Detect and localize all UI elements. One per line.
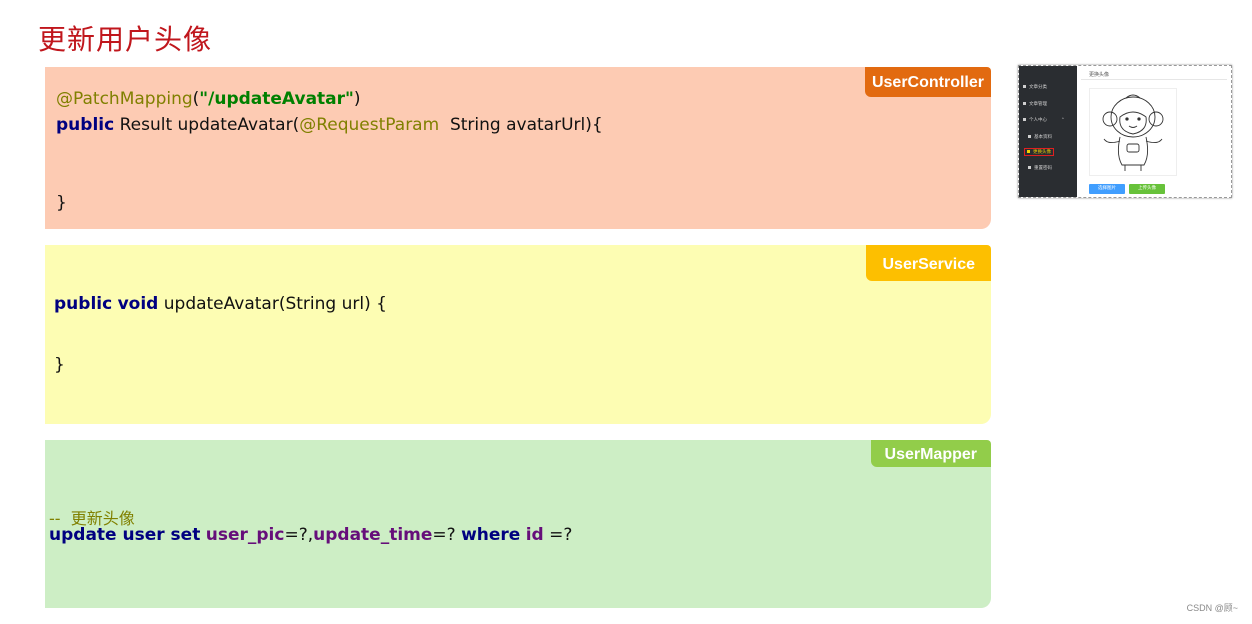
thumb-upload-avatar-button[interactable]: 上传头像: [1129, 184, 1165, 194]
service-close-brace: }: [54, 355, 65, 375]
watermark: CSDN @顾~: [1186, 603, 1238, 613]
mapper-badge: UserMapper: [870, 440, 991, 467]
thumb-sidebar-item-avatar[interactable]: 更换头像: [1024, 148, 1054, 156]
sql-column-update-time: update_time: [313, 525, 433, 545]
method-signature-part-2: String avatarUrl){: [439, 115, 603, 135]
thumb-sidebar-item-label: 基本资料: [1034, 135, 1052, 140]
thumb-sidebar-item-user-center[interactable]: 个人中心 ⌃: [1023, 117, 1065, 123]
thumb-select-image-button[interactable]: 选择图片: [1089, 184, 1125, 194]
request-param-annotation: @RequestParam: [299, 115, 440, 135]
thumb-divider: [1081, 79, 1227, 80]
article-icon: [1023, 102, 1026, 105]
thumb-sidebar-item-label: 重置密码: [1034, 166, 1052, 171]
slide-page: 更新用户头像 UserController @PatchMapping("/up…: [0, 0, 1252, 624]
service-method-signature: updateAvatar(String url) {: [158, 294, 387, 314]
chevron-up-icon: ⌃: [1061, 118, 1065, 123]
sql-placeholder-2: =?: [432, 525, 462, 545]
monkey-avatar-icon: [1102, 94, 1164, 171]
sql-placeholder-3: =?: [543, 525, 573, 545]
public-keyword: public: [54, 294, 113, 314]
controller-code-line-1: @PatchMapping("/updateAvatar"): [56, 89, 361, 109]
sql-statement: update user set user_pic=?,update_time=?…: [49, 525, 572, 545]
sql-column-user-pic: user_pic: [205, 525, 285, 545]
category-icon: [1023, 85, 1026, 88]
thumb-avatar-preview[interactable]: [1089, 88, 1177, 176]
controller-close-brace: }: [56, 193, 67, 213]
sql-column-id: id: [525, 525, 544, 545]
thumb-sidebar: 文章分类 文章管理 个人中心 ⌃ 基本资料 更换头像 重置密码: [1019, 66, 1077, 197]
crop-icon: [1027, 150, 1030, 153]
sql-placeholder-1: =?,: [284, 525, 314, 545]
thumb-sidebar-item-label: 文章管理: [1029, 102, 1047, 107]
method-signature-part-1: Result updateAvatar(: [114, 115, 300, 135]
service-badge: UserService: [866, 245, 991, 281]
thumb-sidebar-item-article[interactable]: 文章管理: [1023, 101, 1047, 107]
paren-close: ): [353, 89, 361, 109]
thumb-main-title: 更换头像: [1089, 72, 1110, 78]
app-screenshot-thumbnail: 文章分类 文章管理 个人中心 ⌃ 基本资料 更换头像 重置密码 更换头像 选择图…: [1018, 65, 1232, 198]
page-title: 更新用户头像: [38, 23, 213, 56]
profile-icon: [1028, 135, 1031, 138]
sql-where-keyword: where: [461, 525, 521, 545]
public-keyword: public: [56, 115, 115, 135]
thumb-sidebar-item-label: 更换头像: [1033, 150, 1051, 155]
service-panel: UserService public void updateAvatar(Str…: [45, 245, 991, 424]
thumb-sidebar-item-category[interactable]: 文章分类: [1023, 84, 1047, 90]
controller-code-line-2: public Result updateAvatar(@RequestParam…: [56, 115, 603, 135]
user-icon: [1023, 118, 1026, 121]
thumb-sidebar-item-password[interactable]: 重置密码: [1028, 165, 1052, 171]
edit-icon: [1028, 166, 1031, 169]
void-keyword: void: [117, 294, 159, 314]
service-code-line-1: public void updateAvatar(String url) {: [54, 294, 387, 314]
controller-badge: UserController: [864, 67, 991, 97]
mapper-panel: UserMapper -- 更新头像 update user set user_…: [45, 440, 991, 608]
patch-mapping-annotation: @PatchMapping: [56, 89, 193, 109]
thumb-sidebar-item-profile[interactable]: 基本资料: [1028, 134, 1052, 140]
thumb-sidebar-item-label: 文章分类: [1029, 85, 1047, 90]
sql-update-keyword: update user set: [49, 525, 201, 545]
controller-panel: UserController @PatchMapping("/updateAva…: [45, 67, 991, 229]
mapping-path-string: "/updateAvatar": [199, 89, 354, 109]
thumb-sidebar-item-label: 个人中心: [1029, 118, 1047, 123]
